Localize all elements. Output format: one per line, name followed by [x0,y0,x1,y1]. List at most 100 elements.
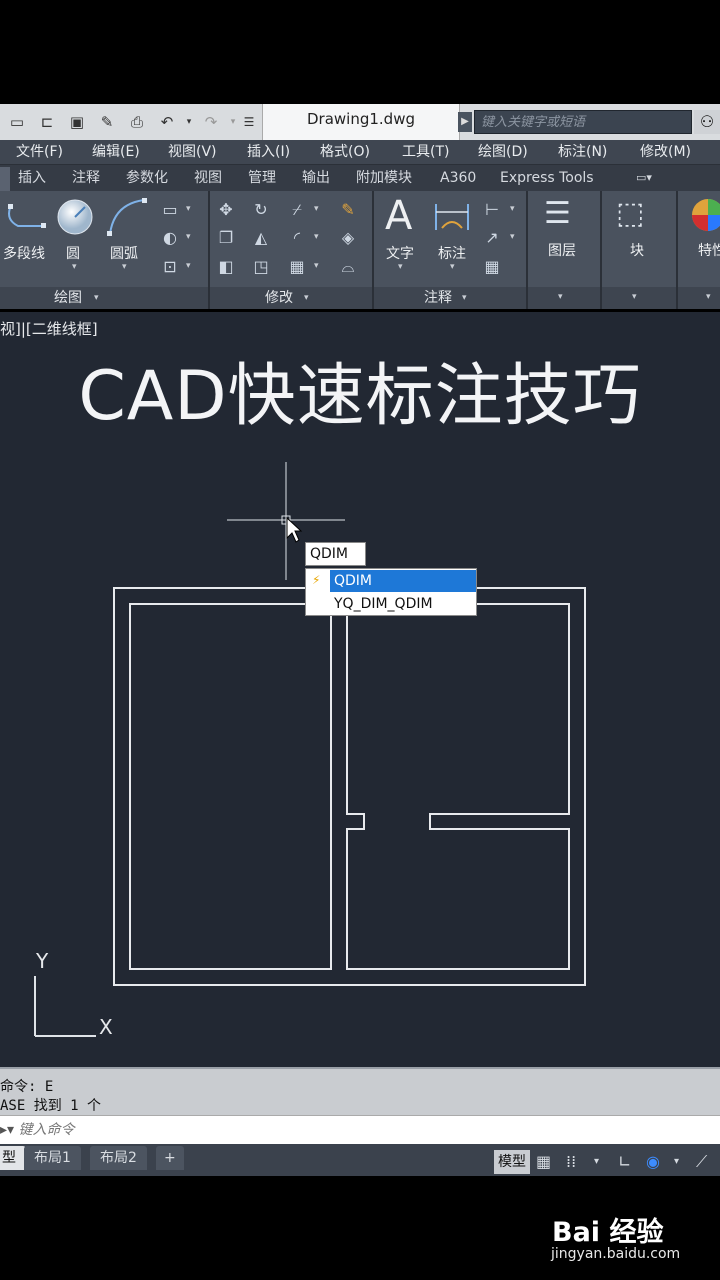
binoculars-icon[interactable]: ⚇ [694,110,720,134]
fillet-icon[interactable]: ◜ [287,228,307,248]
command-line[interactable]: ▸▾ 键入命令 [0,1115,720,1144]
tab-layout1[interactable]: 布局1 [24,1146,81,1170]
dimension-label[interactable]: 标注 [438,243,466,263]
tab-a360[interactable]: A360 [440,165,476,191]
fillet-dropdown-icon[interactable]: ▾ [314,232,319,242]
rectangle-dropdown-icon[interactable]: ▾ [186,204,191,214]
grid-icon[interactable]: ▦ [536,1152,551,1172]
layers-label[interactable]: 图层 [548,240,576,260]
ribbon-minimize-icon[interactable]: ▭▾ [636,165,652,191]
polar-tracking-icon[interactable]: ◉ [646,1152,660,1172]
dimension-icon[interactable] [432,198,472,236]
properties-label[interactable]: 特性 [698,240,720,260]
new-file-icon[interactable]: ▭ [8,114,26,130]
suggestion-qdim[interactable]: QDIM [330,570,476,592]
command-dropdown-icon[interactable]: ▸▾ [0,1122,19,1138]
arc-icon[interactable] [104,196,148,238]
search-expand-icon[interactable]: ▶ [458,112,472,132]
rectangular-array-icon[interactable]: ▦ [287,257,307,277]
polyline-label[interactable]: 多段线 [3,243,45,263]
redo-icon[interactable]: ↷ [202,114,220,130]
erase-icon[interactable]: ✎ [338,200,358,220]
layers-dropdown-icon[interactable]: ▾ [558,292,563,302]
trim-icon[interactable]: ⌿ [287,200,307,220]
menu-dimension[interactable]: 标注(N) [558,140,607,164]
array-modify-dropdown-icon[interactable]: ▾ [314,261,319,271]
arc-dropdown-icon[interactable]: ▾ [122,262,127,272]
search-input[interactable]: 键入关键字或短语 [474,110,692,134]
dimension-dropdown-icon[interactable]: ▾ [450,262,455,272]
rotate-icon[interactable]: ↻ [251,200,271,220]
stretch-icon[interactable]: ◧ [216,257,236,277]
tab-model[interactable]: 型 [0,1146,26,1170]
block-dropdown-icon[interactable]: ▾ [632,292,637,302]
tab-insert[interactable]: 插入 [18,165,46,191]
right-room-wall[interactable] [346,603,570,970]
command-prompt[interactable]: ▸▾ 键入命令 [0,1116,75,1144]
snap-icon[interactable]: ⁞⁞ [566,1152,576,1172]
modify-panel-title[interactable]: 修改 [265,287,293,309]
block-icon[interactable]: ⬚ [616,196,644,231]
open-folder-icon[interactable]: ⊏ [38,114,56,130]
arc-label[interactable]: 圆弧 [110,243,138,263]
floor-plan-drawing[interactable]: Y X [0,312,720,1067]
text-dropdown-icon[interactable]: ▾ [398,262,403,272]
tab-annotate[interactable]: 注释 [72,165,100,191]
explode-icon[interactable]: ◈ [338,228,358,248]
modify-panel-expand-icon[interactable]: ▾ [304,293,309,303]
mirror-icon[interactable]: ◭ [251,228,271,248]
array-icon[interactable]: ⊡ [160,257,180,277]
tab-layout2[interactable]: 布局2 [90,1146,147,1170]
tab-home-selected[interactable] [0,167,10,191]
tab-manage[interactable]: 管理 [248,165,276,191]
tab-view[interactable]: 视图 [194,165,222,191]
hatch-dropdown-icon[interactable]: ▾ [186,232,191,242]
outer-wall[interactable] [113,587,586,986]
linear-dim-dropdown-icon[interactable]: ▾ [510,204,515,214]
menu-format[interactable]: 格式(O) [320,140,370,164]
ortho-icon[interactable]: ∟ [618,1152,631,1172]
copy-icon[interactable]: ❐ [216,228,236,248]
quick-access-menu-icon[interactable]: ☰ [240,114,258,130]
suggestion-yq-dim-qdim[interactable]: YQ_DIM_QDIM [330,593,476,615]
isodraft-icon[interactable]: ⟋ [696,1152,707,1172]
leader-icon[interactable]: ↗ [482,228,502,248]
save-as-icon[interactable]: ✎ [98,114,116,130]
trim-dropdown-icon[interactable]: ▾ [314,204,319,214]
draw-panel-title[interactable]: 绘图 [54,287,82,309]
circle-icon[interactable] [55,197,95,237]
rectangle-icon[interactable]: ▭ [160,200,180,220]
polar-dropdown-icon[interactable]: ▾ [674,1152,679,1172]
polyline-icon[interactable] [4,198,48,238]
tab-parametric[interactable]: 参数化 [126,165,168,191]
block-label[interactable]: 块 [630,240,644,260]
scale-icon[interactable]: ◳ [251,257,271,277]
annotation-panel-expand-icon[interactable]: ▾ [462,293,467,303]
tab-output[interactable]: 输出 [302,165,330,191]
properties-dropdown-icon[interactable]: ▾ [706,292,711,302]
circle-label[interactable]: 圆 [66,243,80,263]
tab-express-tools[interactable]: Express Tools [500,165,594,191]
table-icon[interactable]: ▦ [482,257,502,277]
menu-view[interactable]: 视图(V) [168,140,217,164]
add-layout-button[interactable]: + [156,1146,184,1170]
hatch-icon[interactable]: ◐ [160,228,180,248]
menu-modify[interactable]: 修改(M) [640,140,691,164]
offset-icon[interactable]: ⌓ [338,257,358,277]
snap-dropdown-icon[interactable]: ▾ [594,1152,599,1172]
document-tab[interactable]: Drawing1.dwg [262,104,460,140]
move-icon[interactable]: ✥ [216,200,236,220]
draw-panel-expand-icon[interactable]: ▾ [94,293,99,303]
undo-icon[interactable]: ↶ [158,114,176,130]
circle-dropdown-icon[interactable]: ▾ [72,262,77,272]
dynamic-command-input[interactable]: QDIM [305,542,366,566]
menu-file[interactable]: 文件(F) [16,140,63,164]
color-wheel-icon[interactable] [690,196,720,234]
tab-addins[interactable]: 附加模块 [356,165,412,191]
leader-dropdown-icon[interactable]: ▾ [510,232,515,242]
print-icon[interactable]: ⎙ [128,114,146,130]
menu-draw[interactable]: 绘图(D) [478,140,528,164]
text-icon[interactable]: A [385,194,412,238]
menu-edit[interactable]: 编辑(E) [92,140,140,164]
save-icon[interactable]: ▣ [68,114,86,130]
